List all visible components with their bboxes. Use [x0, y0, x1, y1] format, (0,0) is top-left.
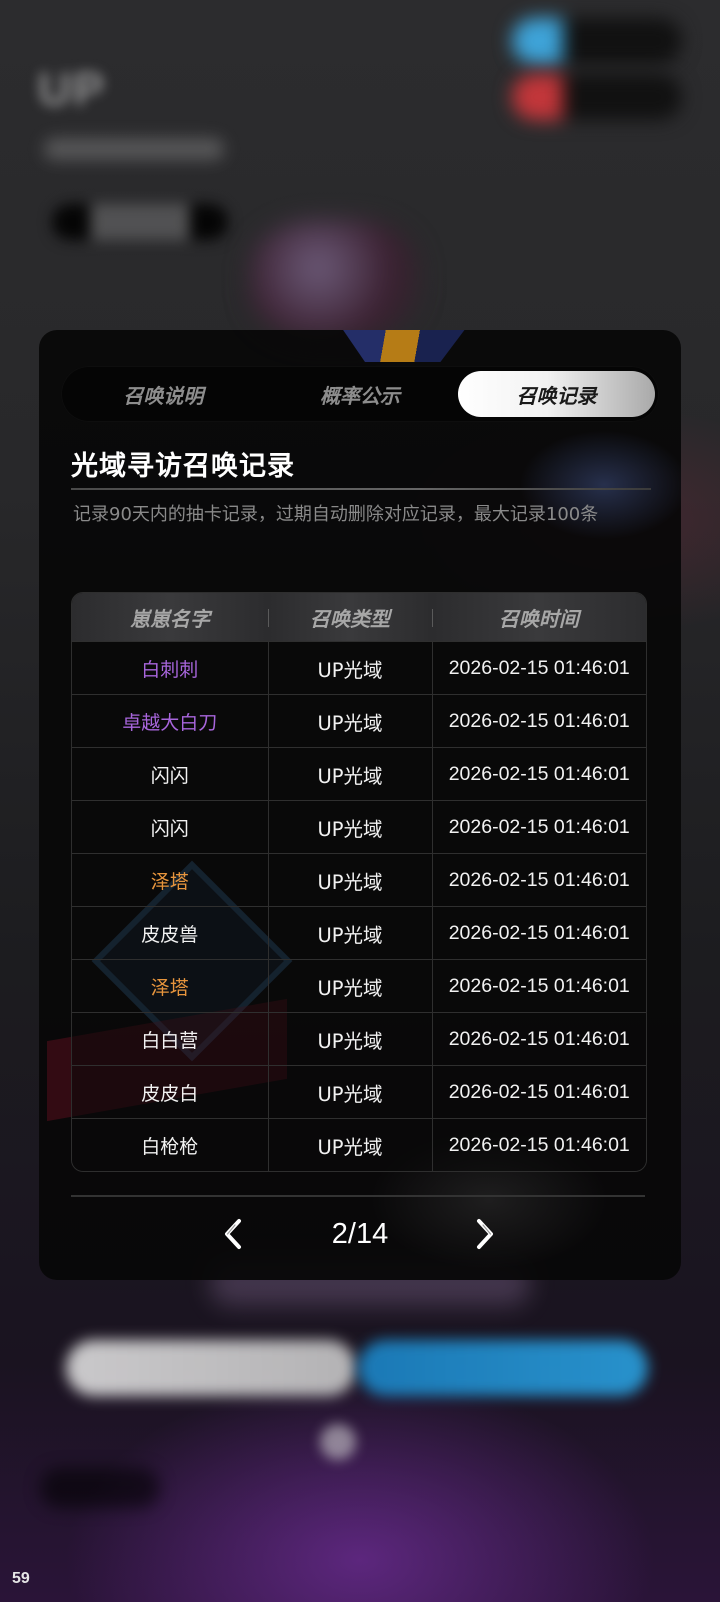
- cell-summon-time: 2026-02-15 01:46:01: [431, 800, 646, 854]
- cell-pet-name: 皮皮白: [72, 1065, 268, 1119]
- cell-pet-name: 泽塔: [72, 853, 268, 907]
- table-row: 白刺刺 UP光域 2026-02-15 01:46:01: [72, 641, 646, 695]
- cell-summon-time: 2026-02-15 01:46:01: [431, 906, 646, 960]
- background-logo: UP: [38, 63, 106, 115]
- summon-record-panel: 召唤说明 概率公示 召唤记录 光域寻访召唤记录 记录90天内的抽卡记录，过期自动…: [39, 330, 681, 1280]
- chevron-right-icon: [477, 1219, 493, 1249]
- cell-summon-type: UP光域: [267, 800, 432, 854]
- background-summon-once-button: [66, 1340, 356, 1396]
- page-indicator: 2/14: [331, 1218, 389, 1250]
- table-row: 卓越大白刀 UP光域 2026-02-15 01:46:01: [72, 694, 646, 748]
- cell-summon-type: UP光域: [267, 1118, 432, 1171]
- column-header-name: 崽崽名字: [72, 593, 268, 642]
- cell-summon-time: 2026-02-15 01:46:01: [431, 1012, 646, 1066]
- cell-summon-type: UP光域: [267, 1065, 432, 1119]
- cell-pet-name: 闪闪: [72, 800, 268, 854]
- table-row: 闪闪 UP光域 2026-02-15 01:46:01: [72, 800, 646, 854]
- background-character-art: [250, 220, 420, 340]
- cell-summon-type: UP光域: [267, 959, 432, 1013]
- background-subtitle: [44, 138, 224, 160]
- cell-summon-time: 2026-02-15 01:46:01: [431, 959, 646, 1013]
- table-row: 皮皮兽 UP光域 2026-02-15 01:46:01: [72, 906, 646, 960]
- background-indicator-dot: [320, 1424, 356, 1460]
- column-header-time: 召唤时间: [432, 593, 646, 642]
- cell-summon-time: 2026-02-15 01:46:01: [431, 1118, 646, 1171]
- cell-pet-name: 泽塔: [72, 959, 268, 1013]
- cell-summon-type: UP光域: [267, 1012, 432, 1066]
- tab-summon-rules[interactable]: 召唤说明: [65, 371, 262, 417]
- chevron-left-icon: [225, 1219, 241, 1249]
- table-row: 白枪枪 UP光域 2026-02-15 01:46:01: [72, 1118, 646, 1171]
- cell-pet-name: 卓越大白刀: [72, 694, 268, 748]
- cell-pet-name: 白枪枪: [72, 1118, 268, 1171]
- cell-summon-time: 2026-02-15 01:46:01: [431, 853, 646, 907]
- table-row: 白白营 UP光域 2026-02-15 01:46:01: [72, 1012, 646, 1066]
- record-table: 崽崽名字 召唤类型 召唤时间 白刺刺 UP光域 2026-02-15 01:46…: [71, 592, 647, 1172]
- cell-pet-name: 闪闪: [72, 747, 268, 801]
- status-number: 59: [12, 1570, 30, 1587]
- cell-summon-type: UP光域: [267, 747, 432, 801]
- cell-summon-time: 2026-02-15 01:46:01: [431, 694, 646, 748]
- tab-probability[interactable]: 概率公示: [262, 371, 459, 417]
- table-row: 泽塔 UP光域 2026-02-15 01:46:01: [72, 853, 646, 907]
- tab-summon-records[interactable]: 召唤记录: [458, 371, 656, 417]
- cell-summon-time: 2026-02-15 01:46:01: [431, 1065, 646, 1119]
- table-row: 皮皮白 UP光域 2026-02-15 01:46:01: [72, 1065, 646, 1119]
- table-row: 闪闪 UP光域 2026-02-15 01:46:01: [72, 747, 646, 801]
- cell-summon-type: UP光域: [267, 694, 432, 748]
- previous-page-button[interactable]: [215, 1216, 251, 1252]
- cell-summon-time: 2026-02-15 01:46:01: [431, 641, 646, 695]
- table-row: 泽塔 UP光域 2026-02-15 01:46:01: [72, 959, 646, 1013]
- tab-bar: 召唤说明 概率公示 召唤记录: [61, 366, 659, 422]
- cell-summon-type: UP光域: [267, 853, 432, 907]
- background-currency-red: [512, 74, 682, 120]
- title-divider: [71, 488, 651, 490]
- record-description: 记录90天内的抽卡记录，过期自动删除对应记录，最大记录100条: [73, 504, 599, 525]
- cell-pet-name: 白白营: [72, 1012, 268, 1066]
- pagination-divider: [71, 1195, 645, 1197]
- cell-pet-name: 白刺刺: [72, 641, 268, 695]
- page-title: 光域寻访召唤记录: [71, 451, 295, 482]
- table-header-row: 崽崽名字 召唤类型 召唤时间: [72, 593, 646, 642]
- background-bottom-left-control: [40, 1468, 160, 1508]
- cell-pet-name: 皮皮兽: [72, 906, 268, 960]
- cell-summon-type: UP光域: [267, 641, 432, 695]
- cell-summon-type: UP光域: [267, 906, 432, 960]
- column-header-type: 召唤类型: [268, 593, 432, 642]
- pagination: 2/14: [39, 1210, 681, 1260]
- panel-top-decoration: [339, 330, 469, 362]
- cell-summon-time: 2026-02-15 01:46:01: [431, 747, 646, 801]
- background-banner-selector: [52, 204, 228, 240]
- background-summon-ten-button: [358, 1340, 648, 1396]
- background-currency-blue: [512, 18, 682, 64]
- next-page-button[interactable]: [467, 1216, 503, 1252]
